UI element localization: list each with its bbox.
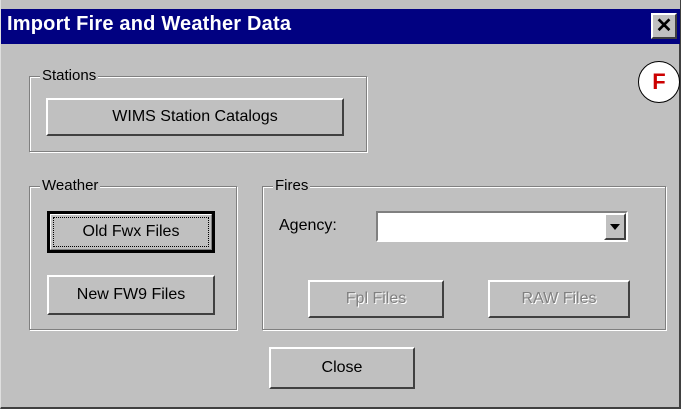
raw-files-button[interactable]: RAW Files: [488, 280, 630, 318]
wims-station-catalogs-button[interactable]: WIMS Station Catalogs: [46, 98, 344, 136]
help-badge-icon[interactable]: F: [638, 61, 680, 103]
close-window-button[interactable]: ✕: [651, 13, 677, 39]
close-icon: ✕: [655, 15, 673, 37]
close-button-label: Close: [321, 359, 363, 376]
new-fw9-files-button[interactable]: New FW9 Files: [47, 275, 215, 315]
agency-dropdown-button[interactable]: [604, 213, 626, 240]
import-dialog: Import Fire and Weather Data ✕ F Station…: [0, 0, 681, 409]
fpl-files-label: Fpl Files: [345, 290, 407, 307]
close-button[interactable]: Close: [269, 347, 415, 389]
old-fwx-files-button[interactable]: Old Fwx Files: [47, 211, 215, 253]
agency-label: Agency:: [279, 217, 337, 234]
window-title: Import Fire and Weather Data: [7, 13, 292, 35]
old-fwx-files-label: Old Fwx Files: [82, 223, 180, 240]
new-fw9-files-label: New FW9 Files: [76, 286, 186, 303]
chevron-down-icon: [610, 223, 620, 230]
raw-files-label: RAW Files: [521, 290, 597, 307]
fpl-files-button[interactable]: Fpl Files: [308, 280, 444, 318]
agency-dropdown[interactable]: [376, 211, 628, 242]
wims-station-catalogs-label: WIMS Station Catalogs: [112, 108, 278, 125]
fires-legend: Fires: [273, 177, 311, 194]
title-bar[interactable]: Import Fire and Weather Data: [1, 0, 680, 44]
weather-legend: Weather: [40, 177, 101, 194]
title-bar-top-strip: [1, 0, 680, 9]
stations-legend: Stations: [40, 67, 99, 84]
